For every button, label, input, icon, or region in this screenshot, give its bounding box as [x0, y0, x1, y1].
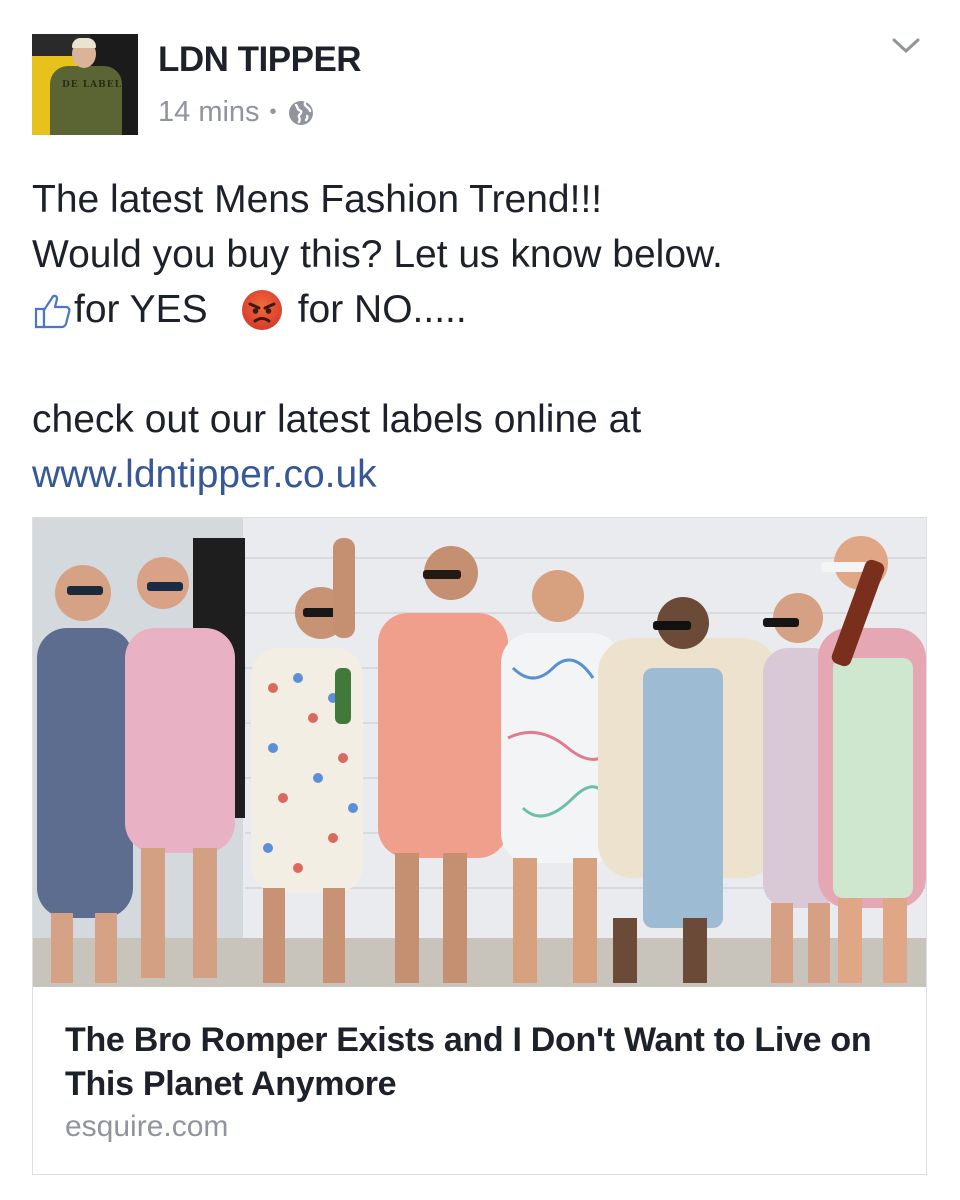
angry-face-icon: [241, 289, 282, 330]
post-text-line: The latest Mens Fashion Trend!!!: [32, 178, 603, 221]
no-label: for NO.....: [297, 288, 467, 331]
post-meta: 14 mins •: [158, 96, 315, 129]
author-name[interactable]: LDN TIPPER: [158, 40, 362, 80]
link-preview-image[interactable]: [33, 518, 926, 987]
chevron-down-icon[interactable]: [890, 34, 922, 58]
post-timestamp[interactable]: 14 mins: [158, 96, 260, 129]
meta-separator: •: [269, 101, 277, 123]
yes-label: for YES: [74, 288, 208, 331]
website-link[interactable]: www.ldntipper.co.uk: [32, 447, 723, 502]
post-text-line: Would you buy this? Let us know below.: [32, 233, 723, 276]
avatar-figure: [50, 66, 122, 135]
avatar-hair: [72, 38, 96, 48]
thumbs-up-icon: [34, 294, 71, 328]
link-preview-card[interactable]: The Bro Romper Exists and I Don't Want t…: [32, 517, 927, 1175]
globe-icon[interactable]: [287, 99, 315, 127]
post-text-line: check out our latest labels online at: [32, 398, 642, 441]
reaction-instructions: for YES for NO.....: [32, 282, 723, 337]
avatar-shirt-text: DE LABEL: [62, 80, 122, 90]
avatar[interactable]: DE LABEL: [32, 34, 138, 135]
link-domain: esquire.com: [65, 1110, 229, 1143]
post-message: The latest Mens Fashion Trend!!! Would y…: [32, 172, 723, 502]
link-title[interactable]: The Bro Romper Exists and I Don't Want t…: [65, 1018, 885, 1106]
